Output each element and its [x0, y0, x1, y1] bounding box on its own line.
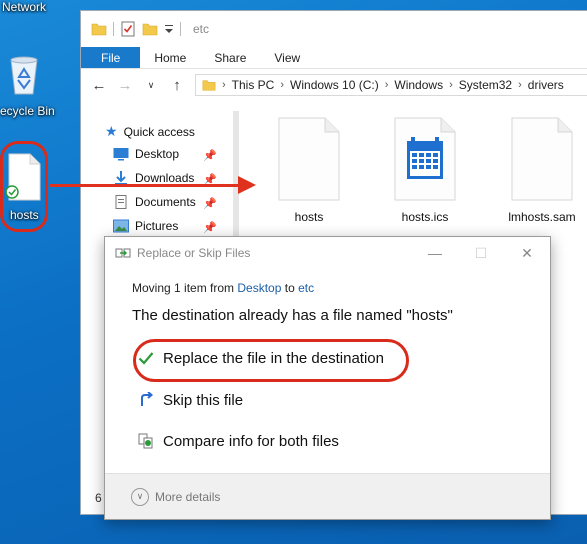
ribbon-tabs: File Home Share View: [81, 47, 587, 69]
file-name: hosts: [294, 210, 324, 224]
breadcrumb-chevron-icon: ›: [222, 79, 226, 91]
sidebar-item-desktop[interactable]: Desktop: [113, 147, 179, 161]
drag-arrow-line: [50, 184, 242, 187]
compare-files-option[interactable]: Compare info for both files: [137, 432, 339, 450]
pictures-icon: [113, 219, 129, 233]
pin-icon[interactable]: 📌: [203, 149, 217, 162]
breadcrumb-item[interactable]: drivers: [528, 78, 564, 92]
dialog-window-controls: — ☐ ✕: [412, 237, 550, 269]
copy-icon: [115, 246, 131, 260]
moving-status-text: Moving 1 item from Desktop to etc: [132, 281, 314, 295]
calendar-file-icon: [394, 117, 456, 201]
status-item-count: 6: [95, 491, 102, 505]
pin-icon[interactable]: 📌: [203, 221, 217, 234]
file-item-lmhosts-sam[interactable]: lmhosts.sam: [499, 117, 585, 224]
navigation-bar: ← → ∨ ↑ › This PC › Windows 10 (C:) › Wi…: [81, 69, 587, 101]
recycle-bin-label: ecycle Bin: [0, 104, 55, 118]
folder-icon: [91, 21, 107, 37]
breadcrumb-chevron-icon[interactable]: ›: [280, 79, 284, 91]
breadcrumb-item[interactable]: Windows 10 (C:): [290, 78, 379, 92]
destination-folder-link[interactable]: etc: [298, 281, 314, 295]
navigation-pane: ★ Quick access Desktop 📌 Downloads 📌 Doc…: [81, 103, 241, 243]
minimize-button[interactable]: —: [412, 237, 458, 269]
file-item-hosts-ics[interactable]: hosts.ics: [385, 117, 465, 224]
sidebar-item-quick-access[interactable]: ★ Quick access: [105, 123, 195, 140]
recycle-bin-icon[interactable]: [4, 52, 44, 96]
properties-icon[interactable]: [120, 21, 136, 37]
skip-file-option[interactable]: Skip this file: [137, 391, 243, 409]
titlebar-separator: [113, 22, 114, 36]
pin-icon[interactable]: 📌: [203, 197, 217, 210]
file-name: hosts.ics: [401, 210, 449, 224]
navigation-pane-scrollbar[interactable]: [233, 111, 239, 239]
up-arrow-icon[interactable]: ↑: [169, 77, 185, 94]
compare-option-label: Compare info for both files: [163, 432, 339, 450]
sidebar-item-pictures[interactable]: Pictures: [113, 219, 178, 233]
maximize-button[interactable]: ☐: [458, 237, 504, 269]
forward-arrow-icon[interactable]: →: [117, 77, 133, 94]
replace-option-highlight-ring: [133, 339, 409, 382]
blank-file-icon: [511, 117, 573, 201]
file-name: lmhosts.sam: [508, 210, 576, 224]
documents-icon: [113, 195, 129, 209]
compare-files-icon: [137, 432, 155, 450]
sidebar-item-label: Desktop: [135, 147, 180, 161]
hosts-highlight-ring: [0, 141, 48, 232]
window-title: etc: [193, 22, 210, 36]
breadcrumb-item[interactable]: Windows: [394, 78, 443, 92]
tab-view[interactable]: View: [260, 47, 314, 68]
chevron-down-icon[interactable]: ∨: [131, 487, 149, 506]
sidebar-item-label: Pictures: [135, 219, 179, 233]
tab-file[interactable]: File: [81, 47, 141, 68]
breadcrumb-item[interactable]: System32: [459, 78, 512, 92]
sidebar-item-label: Documents: [135, 195, 196, 209]
tab-home[interactable]: Home: [140, 47, 200, 68]
folder-icon: [202, 78, 216, 92]
dialog-footer: ∨ More details: [105, 473, 550, 519]
tab-share[interactable]: Share: [200, 47, 260, 68]
titlebar-separator: [180, 22, 181, 36]
blank-file-icon: [278, 117, 340, 201]
sidebar-item-downloads[interactable]: Downloads: [113, 171, 194, 185]
sidebar-item-label: Quick access: [123, 124, 195, 139]
breadcrumb-chevron-icon[interactable]: ›: [518, 79, 522, 91]
customize-toolbar-chevron-icon[interactable]: [164, 21, 174, 37]
sidebar-item-documents[interactable]: Documents: [113, 195, 196, 209]
new-folder-icon[interactable]: [142, 21, 158, 37]
address-bar[interactable]: › This PC › Windows 10 (C:) › Windows › …: [195, 74, 587, 96]
back-arrow-icon[interactable]: ←: [91, 77, 107, 94]
breadcrumb-item[interactable]: This PC: [232, 78, 275, 92]
download-arrow-icon: [113, 171, 129, 185]
more-details-toggle[interactable]: More details: [155, 490, 220, 504]
desktop-icon: [113, 147, 129, 161]
close-button[interactable]: ✕: [504, 237, 550, 269]
recent-locations-chevron-icon[interactable]: ∨: [143, 80, 159, 91]
breadcrumb-chevron-icon[interactable]: ›: [385, 79, 389, 91]
star-icon: ★: [105, 123, 118, 139]
skip-arrow-icon: [137, 391, 155, 409]
sidebar-item-label: Downloads: [135, 171, 195, 185]
drag-arrow-head-icon: [238, 176, 256, 194]
explorer-titlebar: etc: [81, 11, 587, 47]
breadcrumb-chevron-icon[interactable]: ›: [449, 79, 453, 91]
moving-prefix: Moving 1 item from: [132, 281, 238, 295]
network-label: Network: [2, 0, 47, 14]
dialog-title: Replace or Skip Files: [137, 246, 251, 260]
file-item-hosts[interactable]: hosts: [269, 117, 349, 224]
dialog-headline: The destination already has a file named…: [132, 307, 453, 324]
skip-option-label: Skip this file: [163, 391, 244, 409]
source-folder-link[interactable]: Desktop: [237, 281, 281, 295]
moving-to-word: to: [281, 281, 299, 295]
